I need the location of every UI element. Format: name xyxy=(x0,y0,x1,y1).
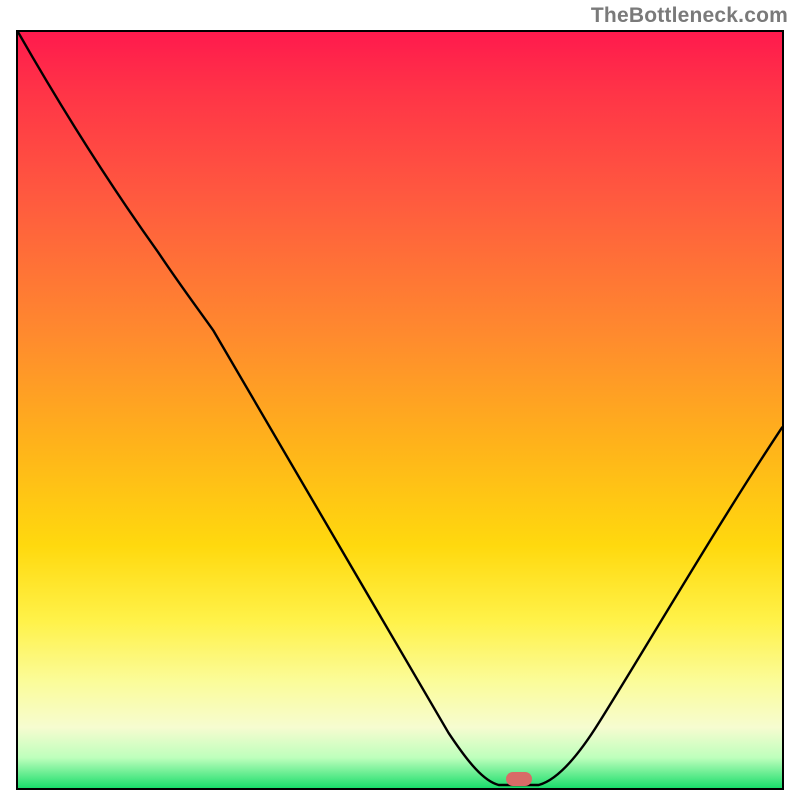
attribution-label: TheBottleneck.com xyxy=(591,4,788,28)
plot-area xyxy=(16,30,784,790)
bottleneck-curve xyxy=(18,32,782,788)
chart-container: TheBottleneck.com xyxy=(0,0,800,800)
optimal-marker xyxy=(506,772,532,786)
curve-path xyxy=(18,32,782,785)
